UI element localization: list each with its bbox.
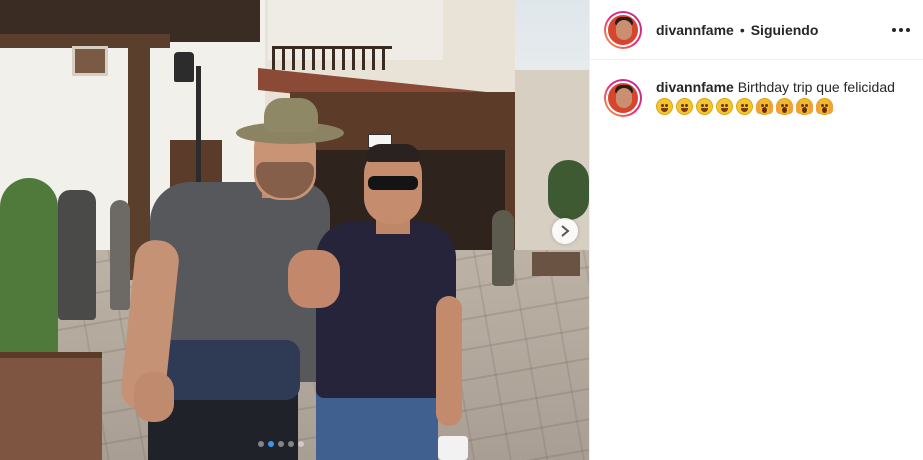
post-header: divannfame • Siguiendo: [590, 0, 923, 60]
photo-lamp-post: [196, 66, 201, 190]
photo-person-glasses-arm-right: [436, 296, 462, 426]
instagram-post: divannfame • Siguiendo divannfame Birthd…: [0, 0, 923, 460]
caption-username[interactable]: divannfame: [656, 79, 734, 95]
photo-balcony: [272, 46, 392, 70]
grinning-face-icon: [676, 98, 693, 115]
caption-emoji-row: [656, 98, 916, 115]
photo-bystander: [492, 210, 514, 286]
photo-lamp: [174, 52, 194, 82]
more-options-icon[interactable]: [892, 22, 910, 38]
carousel-next-button[interactable]: [552, 218, 578, 244]
more-dot: [899, 28, 903, 32]
following-button[interactable]: Siguiendo: [751, 22, 819, 38]
photo-planter-right: [532, 252, 580, 276]
photo-planter-left: [0, 352, 102, 460]
face-screaming-icon: [796, 98, 813, 115]
photo-hat-crown: [264, 98, 318, 132]
avatar-face: [616, 88, 632, 108]
author-avatar[interactable]: [604, 10, 642, 49]
photo-bystander: [58, 190, 96, 320]
photo-bush: [0, 178, 58, 368]
avatar-image: [606, 12, 640, 47]
grinning-face-icon: [716, 98, 733, 115]
face-screaming-icon: [756, 98, 773, 115]
caption-comment: divannfame Birthday trip que felicidad: [604, 78, 916, 117]
caption-avatar[interactable]: [604, 79, 642, 117]
chevron-right-icon: [561, 225, 570, 237]
post-side-panel: divannfame • Siguiendo divannfame Birthd…: [589, 0, 923, 460]
face-screaming-icon: [776, 98, 793, 115]
photo-shopping-bag: [438, 436, 468, 460]
avatar-face: [616, 19, 632, 40]
carousel-dot: [298, 441, 304, 447]
avatar-image: [606, 81, 640, 115]
grinning-face-icon: [736, 98, 753, 115]
photo-window: [72, 46, 108, 76]
caption-text: Birthday trip que felicidad: [737, 79, 895, 95]
carousel-dot-active: [268, 441, 274, 447]
grinning-face-icon: [656, 98, 673, 115]
carousel-dot: [258, 441, 264, 447]
carousel-dot: [288, 441, 294, 447]
post-photo[interactable]: [0, 0, 589, 460]
photo-sunglasses: [368, 176, 418, 190]
carousel-indicator: [258, 441, 304, 447]
photo-person-glasses-torso: [316, 222, 456, 398]
caption-body: divannfame Birthday trip que felicidad: [656, 78, 916, 117]
photo-person-hat-hand: [134, 372, 174, 422]
more-dot: [906, 28, 910, 32]
header-separator: •: [739, 21, 745, 38]
grinning-face-icon: [696, 98, 713, 115]
photo-building-right: [515, 70, 589, 250]
carousel-dot: [278, 441, 284, 447]
author-username[interactable]: divannfame: [656, 22, 734, 38]
photo-person-glasses-arm-left: [288, 250, 340, 308]
photo-bystander: [110, 200, 130, 310]
photo-person-glasses-hair: [366, 144, 420, 162]
face-screaming-icon: [816, 98, 833, 115]
photo-tree: [548, 160, 589, 220]
more-dot: [892, 28, 896, 32]
